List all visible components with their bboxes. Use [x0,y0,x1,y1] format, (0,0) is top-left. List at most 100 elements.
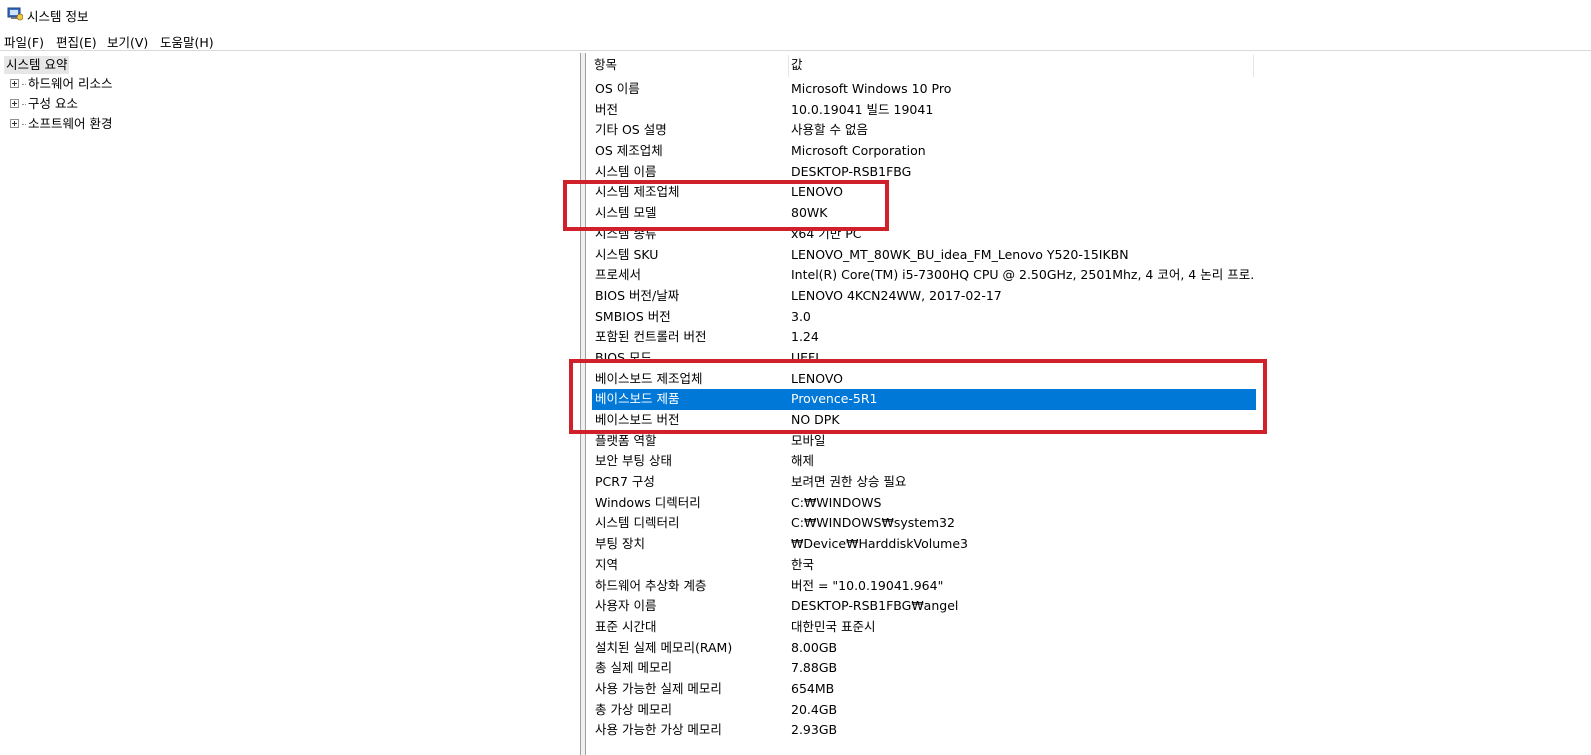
row-value-cell: C:₩WINDOWS₩system32 [791,515,955,531]
table-row[interactable]: 베이스보드 버전 NO DPK [592,410,1256,431]
menu-divider [0,50,1591,51]
table-row[interactable]: 기타 OS 설명 사용할 수 없음 [592,120,1256,141]
row-value-cell: 654MB [791,680,835,696]
table-row[interactable]: 버전 10.0.19041 빌드 19041 [592,100,1256,121]
menu-help[interactable]: 도움말(H) [160,32,214,51]
menu-edit[interactable]: 편집(E) [56,32,97,51]
row-value-cell: LENOVO_MT_80WK_BU_idea_FM_Lenovo Y520-15… [791,246,1129,262]
menu-file[interactable]: 파일(F) [4,32,44,51]
table-row[interactable]: 시스템 디렉터리 C:₩WINDOWS₩system32 [592,513,1256,534]
row-item-cell: BIOS 버전/날짜 [595,287,680,303]
row-item-cell: SMBIOS 버전 [595,308,671,324]
title-bar: 시스템 정보 [0,0,1591,29]
table-row[interactable]: 시스템 SKU LENOVO_MT_80WK_BU_idea_FM_Lenovo … [592,245,1256,266]
menu-bar: 파일(F) 편집(E) 보기(V) 도움말(H) [0,30,1591,50]
row-item-cell: 프로세서 [595,267,642,283]
row-value-cell: DESKTOP-RSB1FBG [791,163,912,179]
row-value-cell: x64 기반 PC [791,225,862,241]
table-row[interactable]: 포함된 컨트롤러 버전 1.24 [592,327,1256,348]
expand-plus-icon[interactable] [10,99,19,108]
row-item-cell: Windows 디렉터리 [595,494,701,510]
table-row[interactable]: 시스템 모델 80WK [592,203,1256,224]
system-info-icon [7,7,23,21]
tree-item-system-summary[interactable]: 시스템 요약 [4,56,70,74]
table-row[interactable]: 베이스보드 제조업체 LENOVO [592,369,1256,390]
row-value-cell: 1.24 [791,329,819,345]
window-title: 시스템 정보 [27,9,89,24]
table-row[interactable]: 프로세서 Intel(R) Core(TM) i5-7300HQ CPU @ 2.… [592,265,1256,286]
column-header-value[interactable]: 값 [791,53,1251,77]
table-row[interactable]: SMBIOS 버전 3.0 [592,307,1256,328]
column-divider[interactable] [1253,55,1254,77]
table-row[interactable]: OS 제조업체 Microsoft Corporation [592,141,1256,162]
row-value-cell: UEFI [791,349,819,365]
table-row[interactable]: 설치된 실제 메모리(RAM) 8.00GB [592,638,1256,659]
category-tree[interactable]: 시스템 요약 하드웨어 리소스 구성 요소 소프트웨어 환경 [0,53,581,755]
row-item-cell: 버전 [595,101,619,117]
row-value-cell: NO DPK [791,412,840,427]
expand-plus-icon[interactable] [10,119,19,128]
row-item-cell: 총 가상 메모리 [595,701,672,717]
expand-plus-icon[interactable] [10,79,19,88]
tree-connector [22,104,26,105]
table-row[interactable]: PCR7 구성 보려면 권한 상승 필요 [592,472,1256,493]
row-value-cell: 20.4GB [791,701,838,717]
table-row[interactable]: 사용자 이름 DESKTOP-RSB1FBG₩angel [592,596,1256,617]
details-list[interactable]: 항목 값 OS 이름 Microsoft Windows 10 Pro 버전 10.0… [585,53,1591,755]
row-value-cell: Intel(R) Core(TM) i5-7300HQ CPU @ 2.50GH… [791,267,1253,283]
row-item-cell: 시스템 모델 [595,205,657,221]
table-row[interactable]: 표준 시간대 대한민국 표준시 [592,617,1256,638]
row-value-cell: C:₩WINDOWS [791,494,882,510]
row-item-cell: 지역 [595,556,619,572]
details-rows: OS 이름 Microsoft Windows 10 Pro 버전 10.0.1904… [592,79,1256,741]
table-row[interactable]: 플랫폼 역할 모바일 [592,431,1256,452]
table-row[interactable]: 시스템 종류 x64 기반 PC [592,224,1256,245]
table-row[interactable]: 사용 가능한 실제 메모리 654MB [592,679,1256,700]
row-value-cell: 8.00GB [791,639,838,655]
row-value-cell: 3.0 [791,308,811,324]
row-value-cell: 7.88GB [791,660,838,676]
row-item-cell: 사용 가능한 가상 메모리 [595,722,722,738]
row-item-cell: OS 이름 [595,81,640,96]
table-row[interactable]: 부팅 장치 ₩Device₩HarddiskVolume3 [592,534,1256,555]
table-row[interactable]: 베이스보드 제품 Provence-5R1 [592,389,1256,410]
tree-item-software-environment[interactable]: 소프트웨어 환경 [10,115,112,133]
column-divider[interactable] [788,55,789,77]
column-header-item[interactable]: 항목 [594,53,789,77]
row-item-cell: 시스템 이름 [595,163,657,179]
table-row[interactable]: 하드웨어 추상화 계층 버전 = "10.0.19041.964" [592,576,1256,597]
tree-item-components[interactable]: 구성 요소 [10,95,78,113]
row-item-cell: 총 실제 메모리 [595,660,672,676]
table-row[interactable]: 보안 부팅 상태 해제 [592,451,1256,472]
row-item-cell: BIOS 모드 [595,349,653,365]
row-item-cell: PCR7 구성 [595,474,655,490]
table-row[interactable]: 시스템 이름 DESKTOP-RSB1FBG [592,162,1256,183]
row-item-cell: 시스템 디렉터리 [595,515,680,531]
tree-connector [22,124,26,125]
table-row[interactable]: 총 실제 메모리 7.88GB [592,658,1256,679]
row-item-cell: 베이스보드 제조업체 [595,370,703,386]
row-value-cell: 모바일 [791,432,826,448]
table-row[interactable]: BIOS 모드 UEFI [592,348,1256,369]
menu-view[interactable]: 보기(V) [107,32,148,51]
row-value-cell: DESKTOP-RSB1FBG₩angel [791,598,959,614]
row-value-cell: LENOVO [791,184,844,200]
tree-item-label: 구성 요소 [28,96,78,111]
table-row[interactable]: OS 이름 Microsoft Windows 10 Pro [592,79,1256,100]
row-item-cell: 기타 OS 설명 [595,122,667,138]
table-row[interactable]: BIOS 버전/날짜 LENOVO 4KCN24WW, 2017-02-17 [592,286,1256,307]
table-row[interactable]: 지역 한국 [592,555,1256,576]
row-item-cell: 시스템 SKU [595,246,659,262]
row-value-cell: 대한민국 표준시 [791,618,876,634]
row-value-cell: Microsoft Corporation [791,143,926,159]
row-item-cell: OS 제조업체 [595,143,663,159]
table-row[interactable]: 총 가상 메모리 20.4GB [592,700,1256,721]
tree-item-label: 하드웨어 리소스 [28,76,113,91]
table-row[interactable]: 시스템 제조업체 LENOVO [592,182,1256,203]
row-item-cell: 보안 부팅 상태 [595,453,672,469]
row-value-cell: 보려면 권한 상승 필요 [791,474,907,490]
table-row[interactable]: 사용 가능한 가상 메모리 2.93GB [592,720,1256,741]
tree-item-hardware-resources[interactable]: 하드웨어 리소스 [10,75,112,93]
row-item-cell: 사용 가능한 실제 메모리 [595,680,722,696]
table-row[interactable]: Windows 디렉터리 C:₩WINDOWS [592,493,1256,514]
